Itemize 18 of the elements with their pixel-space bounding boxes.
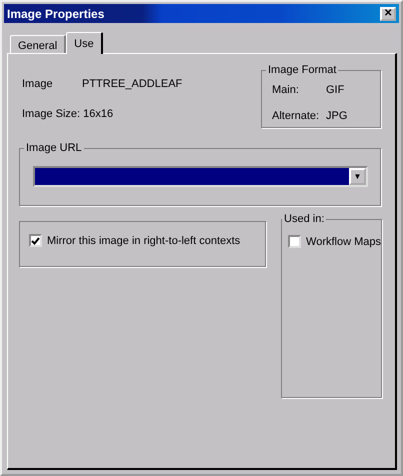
close-button[interactable]: ✕ <box>380 6 396 20</box>
dropdown-button[interactable]: ▼ <box>349 168 366 185</box>
field-value: GIF <box>326 84 346 96</box>
field-label: Image <box>22 78 54 90</box>
field-label: Image Size: 16x16 <box>22 108 114 120</box>
checkbox-label: Workflow Maps <box>306 236 381 248</box>
group-title: Image URL <box>25 142 83 154</box>
group-title: Image Format <box>267 64 338 76</box>
field-value: PTTREE_ADDLEAF <box>82 78 182 90</box>
field-label: Main: <box>272 84 300 96</box>
tab[interactable]: Use <box>66 32 103 54</box>
field-label: Alternate: <box>272 110 320 122</box>
field-value: JPG <box>326 110 348 122</box>
window-title: Image Properties <box>7 6 104 20</box>
checkbox-label: Mirror this image in right-to-left contexts <box>47 234 240 246</box>
group-title: Used in: <box>283 213 326 225</box>
url-dropdown[interactable]: ▼ <box>33 166 368 187</box>
tab[interactable]: General <box>10 35 66 53</box>
